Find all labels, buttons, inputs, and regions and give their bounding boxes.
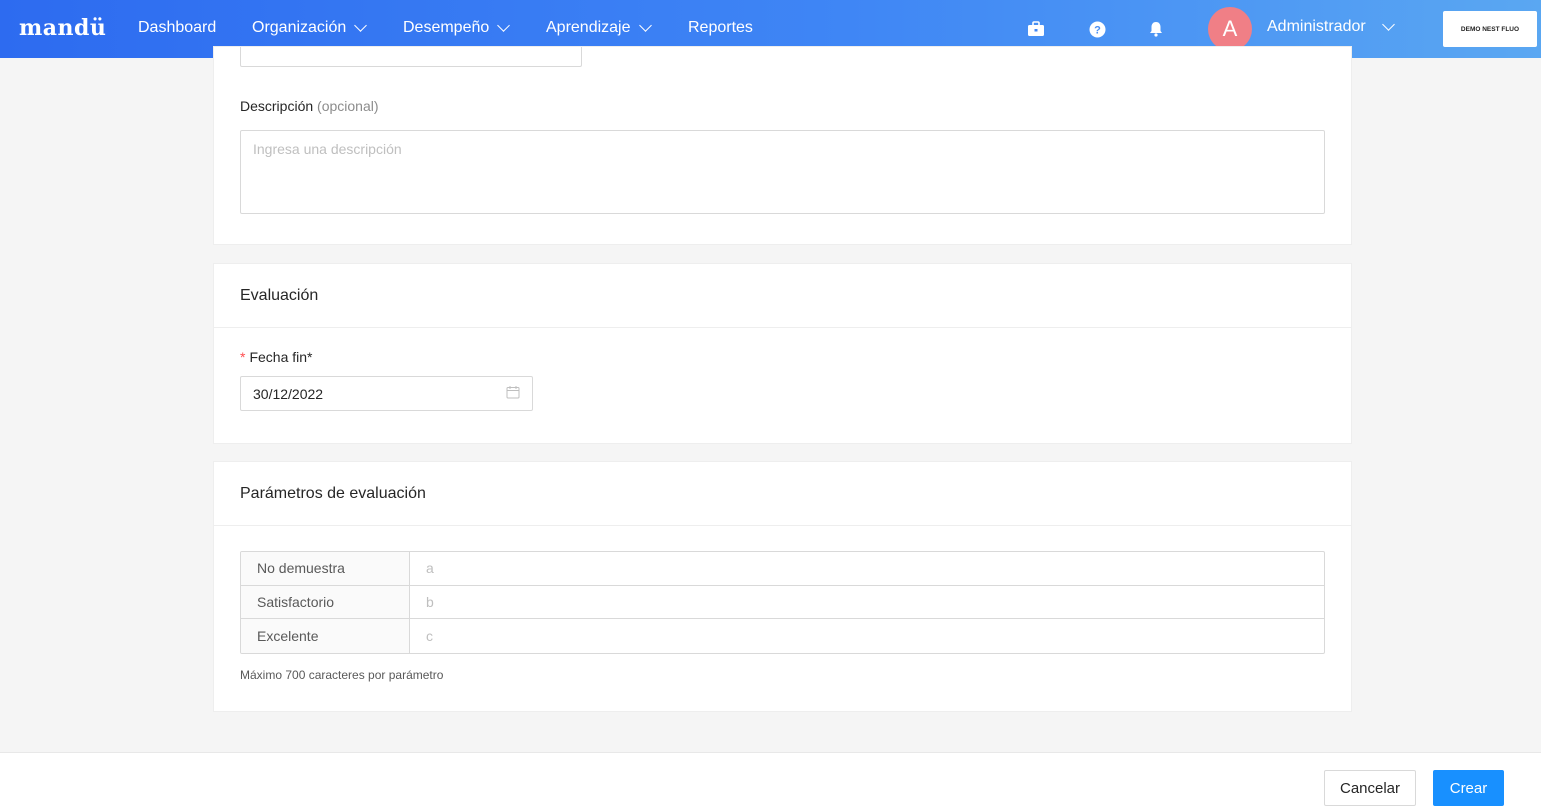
bell-icon[interactable] — [1147, 20, 1165, 38]
svg-text:?: ? — [1094, 24, 1101, 36]
table-row: Satisfactorio b — [241, 585, 1324, 619]
evaluation-title: Evaluación — [240, 286, 319, 304]
table-row: No demuestra a — [241, 552, 1324, 586]
param-level: No demuestra — [241, 552, 410, 585]
required-mark: * — [240, 349, 246, 365]
chevron-down-icon — [638, 19, 652, 32]
nav-item-dashboard[interactable]: Dashboard — [138, 19, 216, 37]
nav-item-reportes[interactable]: Reportes — [688, 19, 753, 37]
chevron-down-icon — [354, 19, 368, 32]
param-input[interactable]: a — [410, 552, 1324, 585]
nav-item-organizacion[interactable]: Organización — [252, 19, 368, 37]
user-menu[interactable]: Administrador — [1267, 18, 1395, 36]
param-level: Excelente — [241, 619, 410, 653]
name-input[interactable] — [240, 47, 582, 67]
nav-item-label: Desempeño — [403, 19, 490, 36]
company-badge[interactable]: DEMO NEST FLUO — [1443, 11, 1537, 47]
info-card: Descripción (opcional) Ingresa una descr… — [213, 46, 1352, 245]
description-label: Descripción (opcional) — [240, 98, 379, 114]
description-placeholder: Ingresa una descripción — [253, 141, 402, 157]
params-hint: Máximo 700 caracteres por parámetro — [240, 668, 444, 682]
end-date-value: 30/12/2022 — [253, 385, 324, 402]
chevron-down-icon — [497, 19, 511, 32]
end-date-picker[interactable]: 30/12/2022 — [240, 376, 533, 411]
briefcase-icon[interactable] — [1027, 20, 1045, 38]
nav-item-aprendizaje[interactable]: Aprendizaje — [546, 19, 652, 37]
app-logo[interactable]: mandü — [19, 15, 106, 41]
end-date-label: * Fecha fin* — [240, 349, 313, 365]
params-table: No demuestra a Satisfactorio b Excelente… — [240, 551, 1325, 654]
evaluation-card: Evaluación * Fecha fin* 30/12/2022 — [213, 263, 1352, 444]
params-card: Parámetros de evaluación No demuestra a … — [213, 461, 1352, 712]
cancel-button[interactable]: Cancelar — [1324, 770, 1416, 806]
user-name: Administrador — [1267, 18, 1366, 35]
card-header: Parámetros de evaluación — [214, 462, 1351, 526]
params-title: Parámetros de evaluación — [240, 484, 426, 502]
description-textarea[interactable]: Ingresa una descripción — [240, 130, 1325, 214]
help-icon[interactable]: ? — [1088, 20, 1106, 38]
param-input[interactable]: b — [410, 586, 1324, 619]
calendar-icon — [506, 385, 520, 402]
chevron-down-icon — [1381, 18, 1395, 31]
nav-item-label: Organización — [252, 19, 347, 36]
avatar[interactable]: A — [1208, 7, 1252, 51]
nav-item-label: Aprendizaje — [546, 19, 631, 36]
card-header: Evaluación — [214, 264, 1351, 328]
nav-item-desempeno[interactable]: Desempeño — [403, 19, 511, 37]
nav-item-label: Dashboard — [138, 19, 217, 36]
create-button[interactable]: Crear — [1433, 770, 1504, 806]
table-row: Excelente c — [241, 619, 1324, 653]
optional-hint: (opcional) — [317, 98, 379, 114]
nav-item-label: Reportes — [688, 19, 753, 36]
form-footer: Cancelar Crear — [0, 752, 1541, 810]
param-level: Satisfactorio — [241, 585, 410, 618]
param-input[interactable]: c — [410, 619, 1324, 653]
